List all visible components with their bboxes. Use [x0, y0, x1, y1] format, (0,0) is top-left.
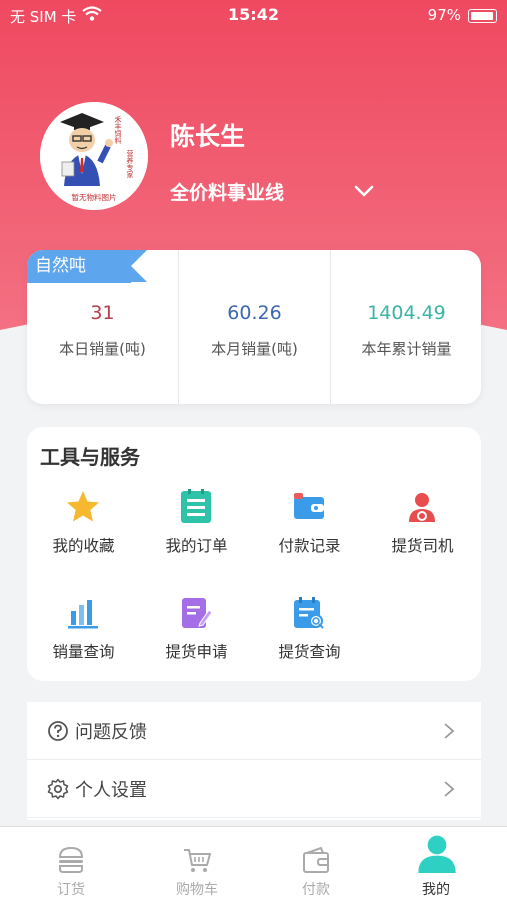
avatar[interactable]: 禾丰饲料 营养专家 暂无物料图片 [40, 102, 148, 210]
stat-yearly-sales: 1404.49 本年累计销量 [331, 250, 481, 404]
tool-label: 我的订单 [165, 537, 228, 555]
tools-services-card: 工具与服务 我的收藏 我的订单 付款记录 提货司机 销量查询 提货申请 提货查询 [27, 427, 481, 681]
tab-order[interactable]: 订货 [8, 827, 134, 901]
avatar-text-right: 营养专家 [126, 149, 134, 178]
stat-label: 本日销量(吨) [59, 340, 146, 358]
tab-label: 付款 [302, 882, 330, 898]
tool-pickup-query[interactable]: 提货查询 [253, 595, 366, 671]
tool-my-favorites[interactable]: 我的收藏 [27, 489, 140, 565]
user-icon [418, 835, 456, 873]
tool-my-orders[interactable]: 我的订单 [140, 489, 253, 565]
star-icon [67, 491, 99, 522]
user-name: 陈长生 [170, 122, 246, 151]
gear-icon [47, 778, 69, 800]
search-doc-icon [294, 597, 324, 629]
menu-label: 问题反馈 [75, 722, 147, 743]
chevron-right-icon [444, 781, 455, 797]
tab-label: 购物车 [176, 882, 218, 898]
tool-label: 付款记录 [278, 537, 341, 555]
question-circle-icon [48, 721, 68, 741]
business-line-selector[interactable]: 全价料事业线 [170, 178, 284, 205]
driver-icon [409, 493, 435, 522]
cart-icon [184, 849, 211, 872]
tool-label: 提货查询 [278, 643, 341, 661]
avatar-text-top-right: 禾丰饲料 [114, 116, 122, 145]
bottom-tab-bar: 订货 购物车 付款 我的 [0, 826, 507, 901]
avatar-text-bottom: 暂无物料图片 [72, 192, 117, 202]
unit-tag: 自然吨 [27, 250, 147, 283]
menu-label: 个人设置 [75, 780, 147, 801]
tab-label: 订货 [57, 882, 85, 898]
stat-monthly-sales: 60.26 本月销量(吨) [179, 250, 330, 404]
stat-value: 31 [90, 302, 115, 324]
section-title: 工具与服务 [40, 445, 140, 469]
stat-label: 本月销量(吨) [211, 340, 298, 358]
order-list-icon [181, 489, 211, 523]
tool-pickup-request[interactable]: 提货申请 [140, 595, 253, 671]
tool-label: 我的收藏 [52, 537, 115, 555]
tool-label: 提货司机 [391, 537, 454, 555]
wallet-icon [294, 493, 324, 519]
tool-payment-records[interactable]: 付款记录 [253, 489, 366, 565]
status-bar: 无 SIM 卡 15:42 97% [0, 0, 507, 32]
tab-cart[interactable]: 购物车 [134, 827, 260, 901]
chevron-down-icon[interactable] [354, 184, 374, 198]
stat-label: 本年累计销量 [361, 340, 452, 358]
tab-label: 我的 [422, 882, 450, 898]
tab-payment[interactable]: 付款 [253, 827, 379, 901]
bar-chart-icon [68, 600, 98, 629]
tool-pickup-driver[interactable]: 提货司机 [366, 489, 479, 565]
chevron-right-icon [444, 723, 455, 739]
stat-value: 1404.49 [367, 302, 446, 324]
tab-mine[interactable]: 我的 [373, 827, 499, 901]
sales-stats-card: 31 本日销量(吨) 60.26 本月销量(吨) 1404.49 本年累计销量 … [27, 250, 481, 404]
settings-menu: 问题反馈 个人设置 [27, 702, 481, 820]
cartoon-avatar-image: 禾丰饲料 营养专家 暂无物料图片 [40, 102, 148, 210]
burger-icon [58, 846, 84, 873]
tool-sales-query[interactable]: 销量查询 [27, 595, 140, 671]
tool-label: 提货申请 [165, 643, 228, 661]
battery-icon [468, 9, 497, 23]
menu-item-personal-settings[interactable]: 个人设置 [27, 760, 481, 818]
menu-item-feedback[interactable]: 问题反馈 [27, 702, 481, 760]
edit-form-icon [182, 598, 213, 628]
wallet-icon [303, 846, 329, 873]
battery-percent: 97% [427, 6, 461, 24]
tool-label: 销量查询 [52, 643, 115, 661]
stat-value: 60.26 [227, 302, 282, 324]
